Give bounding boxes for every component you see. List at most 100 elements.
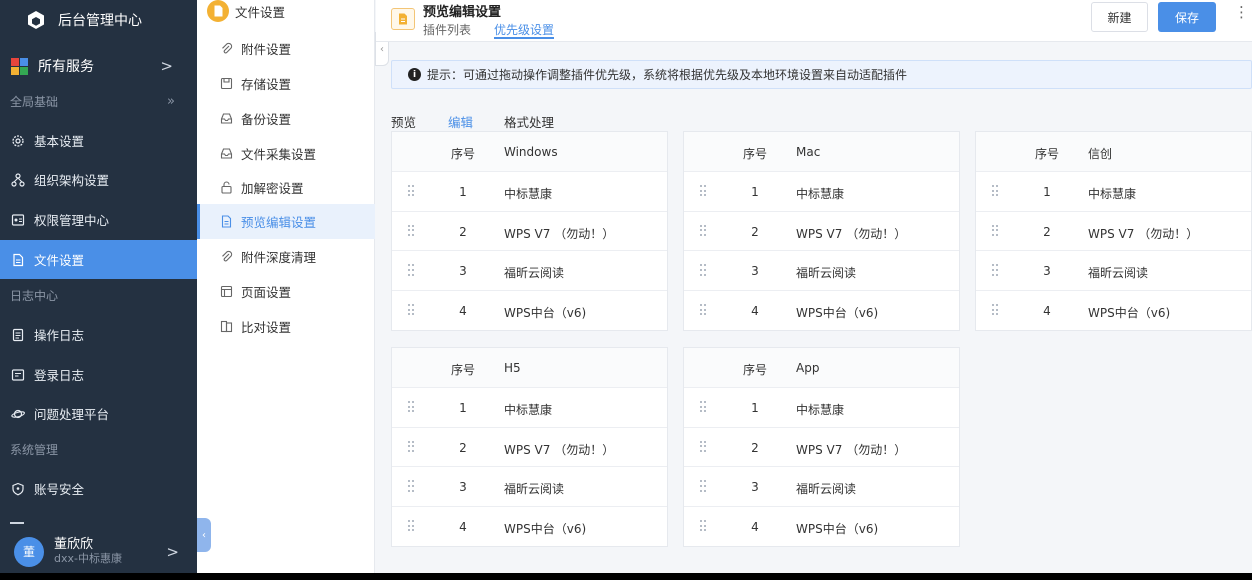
- drag-handle-icon[interactable]: [700, 440, 707, 453]
- nav-item-issue-platform[interactable]: 问题处理平台: [0, 394, 197, 433]
- all-services-button[interactable]: 所有服务 >: [0, 44, 197, 88]
- plugin-row[interactable]: 4 WPS中台（v6): [392, 291, 667, 331]
- plugin-row[interactable]: 2 WPS V7 （勿动！）: [684, 212, 959, 252]
- column-header-no: 序号: [450, 147, 475, 161]
- drag-handle-icon[interactable]: [700, 520, 707, 532]
- new-button[interactable]: 新建: [1091, 2, 1148, 32]
- log-icon: [12, 328, 24, 341]
- nav-item-operation-log[interactable]: 操作日志: [0, 315, 197, 354]
- drag-handle-icon[interactable]: [700, 185, 707, 197]
- plugin-row[interactable]: 1 中标慧康: [976, 172, 1251, 212]
- plugin-row[interactable]: 3 福昕云阅读: [684, 251, 959, 292]
- drag-handle-icon[interactable]: [408, 304, 415, 316]
- plugin-row[interactable]: 3 福昕云阅读: [392, 467, 667, 508]
- subnav-item-page[interactable]: 页面设置: [197, 274, 375, 309]
- expand-handle-button[interactable]: ‹: [197, 518, 211, 552]
- plugin-name: 福昕云阅读: [796, 482, 857, 497]
- card-header: 序号 Windows: [392, 132, 667, 172]
- notice-text: 提示：可通过拖动操作调整插件优先级，系统将根据优先级及本地环境设置来自动适配插件: [427, 68, 908, 82]
- priority-card-h5: 序号 H5 1 中标慧康 2 WPS V7 （勿动！） 3 福昕云阅读 4 WPS中台（v6): [391, 347, 668, 547]
- plugin-name: WPS V7 （勿动！）: [796, 442, 907, 457]
- plugin-row[interactable]: 2 WPS V7 （勿动！）: [976, 212, 1251, 252]
- subnav-item-deep-clean[interactable]: 附件深度清理: [197, 239, 375, 274]
- drag-handle-icon[interactable]: [408, 401, 415, 413]
- plugin-row[interactable]: 1 中标慧康: [684, 388, 959, 428]
- drag-handle-icon[interactable]: [700, 264, 707, 276]
- nav-item-file-settings[interactable]: 文件设置: [0, 240, 197, 279]
- drag-handle-icon[interactable]: [408, 185, 415, 197]
- nav-item-label: 操作日志: [34, 328, 85, 343]
- brand[interactable]: 后台管理中心: [0, 0, 197, 40]
- chevron-right-icon: >: [160, 57, 173, 75]
- plugin-row[interactable]: 3 福昕云阅读: [684, 467, 959, 508]
- drag-handle-icon[interactable]: [700, 304, 707, 316]
- chevron-left-icon: ‹: [380, 43, 384, 55]
- subnav-header: 文件设置: [207, 0, 285, 22]
- nav-group-log: 日志中心: [0, 284, 197, 306]
- drag-handle-icon[interactable]: [700, 480, 707, 492]
- row-order: 4: [459, 304, 467, 319]
- plugin-row[interactable]: 4 WPS中台（v6): [392, 507, 667, 547]
- drag-handle-icon[interactable]: [992, 224, 999, 237]
- subnav-item-collection[interactable]: 文件采集设置: [197, 136, 375, 171]
- subnav-item-preview-edit[interactable]: 预览编辑设置: [197, 204, 375, 239]
- subnav-item-compare[interactable]: 比对设置: [197, 309, 375, 344]
- drag-handle-icon[interactable]: [408, 224, 415, 237]
- drag-handle-icon[interactable]: [700, 401, 707, 413]
- permission-icon: [11, 213, 25, 226]
- mode-tab-edit[interactable]: 编辑: [448, 112, 473, 131]
- mode-tab-format[interactable]: 格式处理: [504, 112, 554, 131]
- user-profile[interactable]: 董 董欣欣 dxx-中标惠康 >: [0, 530, 197, 573]
- row-order: 2: [751, 440, 759, 455]
- column-header-platform: Mac: [796, 145, 821, 159]
- subnav-item-label: 附件设置: [241, 42, 292, 57]
- nav-item-basic-settings[interactable]: 基本设置: [0, 121, 197, 160]
- plugin-row[interactable]: 4 WPS中台（v6): [684, 291, 959, 331]
- column-header-platform: H5: [504, 361, 521, 375]
- storage-icon: [220, 77, 233, 90]
- plugin-row[interactable]: 4 WPS中台（v6): [684, 507, 959, 547]
- subnav-item-attachment[interactable]: 附件设置: [197, 31, 375, 66]
- drag-handle-icon[interactable]: [992, 264, 999, 276]
- plugin-row[interactable]: 1 中标慧康: [684, 172, 959, 212]
- subnav-item-label: 比对设置: [241, 320, 292, 335]
- nav-item-login-log[interactable]: 登录日志: [0, 355, 197, 394]
- inbox-icon: [220, 148, 233, 159]
- plugin-row[interactable]: 2 WPS V7 （勿动！）: [392, 428, 667, 468]
- drag-handle-icon[interactable]: [408, 264, 415, 276]
- column-header-platform: Windows: [504, 145, 558, 159]
- plugin-row[interactable]: 2 WPS V7 （勿动！）: [684, 428, 959, 468]
- tab-priority-settings[interactable]: 优先级设置: [494, 21, 555, 39]
- plugin-row[interactable]: 3 福昕云阅读: [392, 251, 667, 292]
- drag-handle-icon[interactable]: [992, 304, 999, 316]
- drag-handle-icon[interactable]: [408, 440, 415, 453]
- nav-item-account-security[interactable]: 账号安全: [0, 469, 197, 508]
- tab-plugin-list[interactable]: 插件列表: [423, 21, 471, 39]
- drag-handle-icon[interactable]: [408, 520, 415, 532]
- subnav-item-backup[interactable]: 备份设置: [197, 101, 375, 136]
- plugin-row[interactable]: 2 WPS V7 （勿动！）: [392, 212, 667, 252]
- nav-item-org-settings[interactable]: 组织架构设置: [0, 160, 197, 199]
- row-order: 3: [459, 264, 467, 279]
- subnav-item-encryption[interactable]: 加解密设置: [197, 170, 375, 205]
- row-order: 1: [459, 185, 467, 199]
- save-button[interactable]: 保存: [1158, 2, 1216, 32]
- drag-handle-icon[interactable]: [700, 224, 707, 237]
- plugin-row[interactable]: 4 WPS中台（v6): [976, 291, 1251, 331]
- double-chevron-icon[interactable]: »: [167, 94, 175, 109]
- nav-item-label: 组织架构设置: [34, 173, 110, 188]
- drag-handle-icon[interactable]: [992, 185, 999, 197]
- plugin-row[interactable]: 3 福昕云阅读: [976, 251, 1251, 292]
- card-header: 序号 H5: [392, 348, 667, 388]
- app-title: 后台管理中心: [58, 13, 142, 29]
- plugin-name: WPS中台（v6): [1088, 306, 1171, 321]
- drag-handle-icon[interactable]: [408, 480, 415, 492]
- subnav-item-storage[interactable]: 存储设置: [197, 66, 375, 101]
- nav-item-permission-center[interactable]: 权限管理中心: [0, 200, 197, 239]
- more-vertical-icon[interactable]: ⋮: [1234, 5, 1249, 20]
- priority-card-信创: 序号 信创 1 中标慧康 2 WPS V7 （勿动！） 3 福昕云阅读 4 WPS中台（v6): [975, 131, 1252, 331]
- file-icon: [13, 253, 24, 266]
- plugin-row[interactable]: 1 中标慧康: [392, 388, 667, 428]
- plugin-row[interactable]: 1 中标慧康: [392, 172, 667, 212]
- mode-tab-preview[interactable]: 预览: [391, 112, 416, 131]
